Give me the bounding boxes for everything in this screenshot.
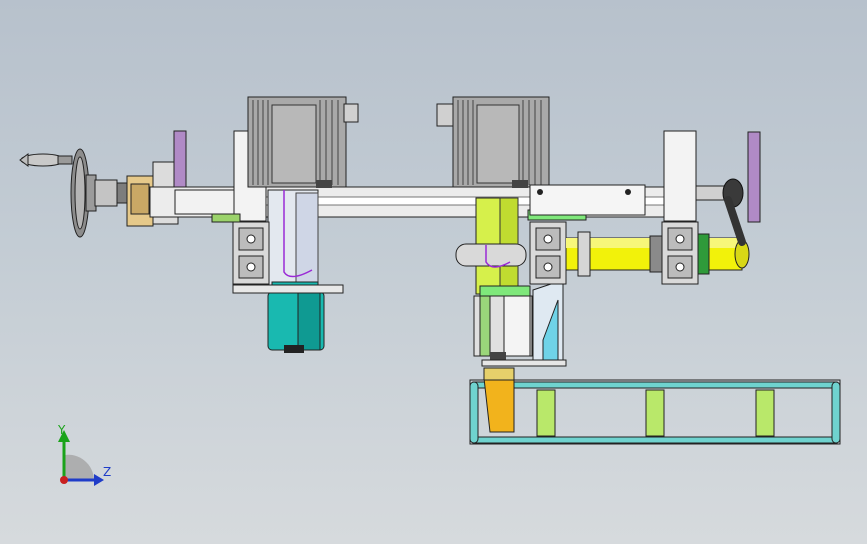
yellow-lead-screw[interactable] <box>565 231 750 277</box>
left-handwheel[interactable] <box>19 148 130 238</box>
left-aluminum-extrusion <box>232 221 270 285</box>
cad-model-view[interactable]: Y Z <box>0 0 867 544</box>
right-aluminum-extrusion <box>661 221 699 285</box>
cad-viewport[interactable]: Y Z <box>0 0 867 544</box>
middle-aluminum-extrusion <box>529 221 567 285</box>
left-stepper-motor[interactable] <box>247 96 359 188</box>
right-vertical-bracket[interactable] <box>663 130 697 222</box>
coordinate-triad-icon: Y Z <box>57 423 111 486</box>
right-spindle-column[interactable] <box>455 197 533 360</box>
triad-z-label: Z <box>103 465 111 479</box>
conveyor-frame[interactable] <box>469 367 841 445</box>
left-purple-plate <box>173 130 187 190</box>
carriage-block[interactable] <box>529 184 646 216</box>
triad-y-label: Y <box>57 423 66 437</box>
right-crank[interactable] <box>695 131 761 246</box>
right-stepper-motor[interactable] <box>436 96 550 188</box>
right-purple-plate <box>747 131 761 223</box>
